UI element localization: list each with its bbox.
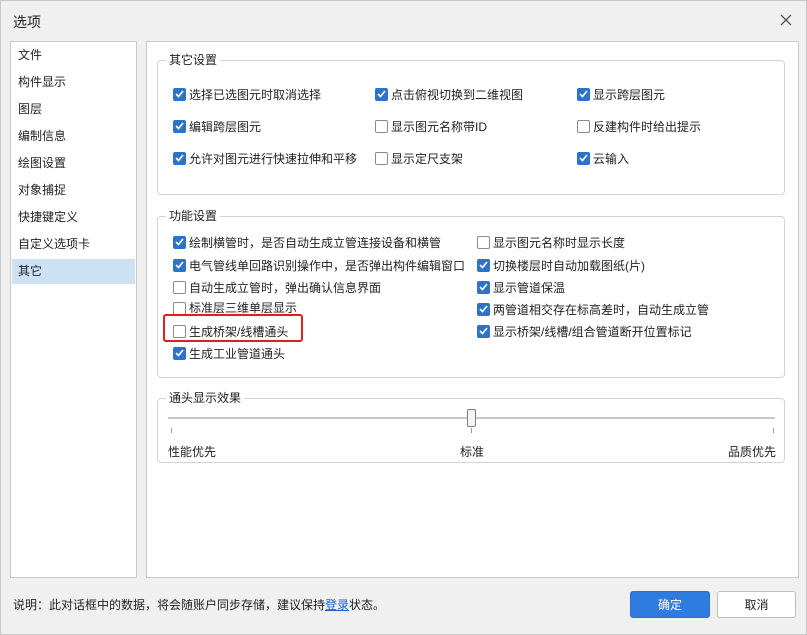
sidebar-item-drawing-settings[interactable]: 绘图设置 [12, 151, 135, 176]
checkbox-checked-icon[interactable] [173, 235, 186, 249]
sidebar-item-shortcuts[interactable]: 快捷键定义 [12, 205, 135, 230]
sidebar-item-file[interactable]: 文件 [12, 43, 135, 68]
checkbox-checked-icon[interactable] [173, 346, 186, 360]
option-auto-riser-elevation-diff[interactable]: 两管道相交存在标高差时，自动生成立管 [477, 300, 709, 318]
option-show-break-marks[interactable]: 显示桥架/线槽/组合管道断开位置标记 [477, 322, 692, 340]
option-popup-component-editor[interactable]: 电气管线单回路识别操作中，是否弹出构件编辑窗口 [173, 256, 465, 274]
sidebar-item-layers[interactable]: 图层 [12, 97, 135, 122]
cancel-button[interactable]: 取消 [717, 591, 796, 618]
checkbox-checked-icon[interactable] [173, 87, 186, 101]
option-show-name-with-id[interactable]: 显示图元名称带ID [375, 117, 487, 135]
sidebar-item-label: 绘图设置 [18, 156, 67, 170]
option-top-view-2d[interactable]: 点击俯视切换到二维视图 [375, 85, 523, 103]
option-label: 选择已选图元时取消选择 [189, 87, 322, 102]
option-label: 生成工业管道通头 [189, 346, 286, 361]
fitting-quality-slider-handle[interactable] [467, 409, 476, 427]
sidebar-item-label: 构件显示 [18, 75, 67, 89]
checkbox-checked-icon[interactable] [577, 87, 590, 101]
checkbox-unchecked-icon[interactable] [375, 119, 388, 133]
option-cancel-select-selected[interactable]: 选择已选图元时取消选择 [173, 85, 321, 103]
slider-label-performance: 性能优先 [168, 445, 217, 459]
sidebar-item-label: 对象捕捉 [18, 183, 67, 197]
sidebar-item-other[interactable]: 其它 [12, 259, 135, 284]
checkbox-unchecked-icon[interactable] [375, 151, 388, 165]
checkbox-unchecked-icon[interactable] [173, 280, 186, 294]
checkbox-checked-icon[interactable] [173, 258, 186, 272]
option-auto-riser-horizontal[interactable]: 绘制横管时，是否自动生成立管连接设备和横管 [173, 233, 441, 251]
ok-button[interactable]: 确定 [630, 591, 710, 618]
checkbox-unchecked-icon[interactable] [173, 302, 186, 315]
other-settings-legend: 其它设置 [169, 53, 218, 67]
option-label: 生成桥架/线槽通头 [189, 324, 289, 339]
checkbox-checked-icon[interactable] [173, 119, 186, 133]
option-label: 自动生成立管时，弹出确认信息界面 [189, 280, 382, 295]
sidebar: 文件 构件显示 图层 编制信息 绘图设置 对象捕捉 快捷键定义 自定义选项卡 其… [10, 41, 137, 578]
sidebar-item-label: 文件 [18, 48, 43, 62]
option-reverse-build-hint[interactable]: 反建构件时给出提示 [577, 117, 701, 135]
checkbox-checked-icon[interactable] [477, 302, 490, 316]
close-icon[interactable] [778, 12, 794, 28]
function-settings-legend: 功能设置 [169, 209, 218, 223]
slider-label-quality: 品质优先 [728, 445, 777, 459]
checkbox-unchecked-icon[interactable] [577, 119, 590, 133]
footer-note: 说明：此对话框中的数据，将会随账户同步存储，建议保持登录状态。 [13, 596, 385, 613]
sidebar-item-label: 编制信息 [18, 129, 67, 143]
option-label: 显示桥架/线槽/组合管道断开位置标记 [493, 324, 692, 339]
option-label: 显示跨层图元 [593, 87, 666, 102]
option-quick-stretch-move[interactable]: 允许对图元进行快速拉伸和平移 [173, 149, 357, 167]
slider-label-standard: 标准 [460, 445, 485, 459]
option-show-cross-floor[interactable]: 显示跨层图元 [577, 85, 665, 103]
option-label: 两管道相交存在标高差时，自动生成立管 [493, 302, 710, 317]
option-show-fixed-bracket[interactable]: 显示定尺支架 [375, 149, 463, 167]
checkbox-checked-icon[interactable] [477, 324, 490, 338]
sidebar-item-compile-info[interactable]: 编制信息 [12, 124, 135, 149]
checkbox-unchecked-icon[interactable] [477, 235, 490, 249]
options-dialog: 选项 文件 构件显示 图层 编制信息 绘图设置 对象捕捉 快捷键定义 自定义选项… [0, 0, 807, 635]
option-label: 反建构件时给出提示 [593, 119, 702, 134]
option-label: 切换楼层时自动加载图纸(片) [493, 258, 645, 273]
option-standard-floor-3d-label[interactable]: 标准层三维单层显示 [189, 302, 297, 315]
option-generate-industrial-fitting[interactable]: 生成工业管道通头 [173, 344, 285, 362]
option-label: 云输入 [593, 151, 630, 166]
checkbox-checked-icon[interactable] [477, 258, 490, 272]
fitting-display-legend: 通头显示效果 [169, 391, 242, 405]
footer-note-prefix: 说明：此对话框中的数据，将会随账户同步存储，建议保持 [13, 598, 326, 612]
login-link[interactable]: 登录 [325, 598, 349, 612]
dialog-title: 选项 [13, 14, 41, 30]
sidebar-item-object-snap[interactable]: 对象捕捉 [12, 178, 135, 203]
option-label: 绘制横管时，是否自动生成立管连接设备和横管 [189, 235, 442, 250]
option-show-length-with-name[interactable]: 显示图元名称时显示长度 [477, 233, 625, 251]
checkbox-checked-icon[interactable] [375, 87, 388, 101]
sidebar-item-label: 图层 [18, 102, 43, 116]
checkbox-checked-icon[interactable] [173, 151, 186, 165]
option-label: 允许对图元进行快速拉伸和平移 [189, 151, 358, 166]
footer-note-suffix: 状态。 [349, 598, 386, 612]
sidebar-item-label: 快捷键定义 [18, 210, 79, 224]
option-generate-tray-fitting[interactable]: 生成桥架/线槽通头 [173, 322, 288, 340]
sidebar-item-label: 其它 [18, 264, 43, 278]
sidebar-item-label: 自定义选项卡 [18, 237, 91, 251]
option-confirm-auto-riser[interactable]: 自动生成立管时，弹出确认信息界面 [173, 278, 381, 296]
checkbox-unchecked-icon[interactable] [173, 324, 186, 338]
slider-tick [171, 428, 172, 433]
option-label: 显示定尺支架 [391, 151, 464, 166]
title-bar: 选项 [1, 1, 806, 39]
checkbox-checked-icon[interactable] [477, 280, 490, 294]
option-label: 显示图元名称带ID [391, 119, 488, 134]
option-label: 电气管线单回路识别操作中，是否弹出构件编辑窗口 [189, 258, 466, 273]
slider-tick [471, 428, 472, 433]
option-auto-load-drawings[interactable]: 切换楼层时自动加载图纸(片) [477, 256, 645, 274]
slider-tick [773, 428, 774, 433]
option-cloud-input[interactable]: 云输入 [577, 149, 629, 167]
sidebar-item-component-display[interactable]: 构件显示 [12, 70, 135, 95]
checkbox-checked-icon[interactable] [577, 151, 590, 165]
option-show-pipe-insulation[interactable]: 显示管道保温 [477, 278, 565, 296]
option-label: 显示图元名称时显示长度 [493, 235, 626, 250]
option-label: 点击俯视切换到二维视图 [391, 87, 524, 102]
option-edit-cross-floor[interactable]: 编辑跨层图元 [173, 117, 261, 135]
sidebar-item-custom-tabs[interactable]: 自定义选项卡 [12, 232, 135, 257]
option-label: 显示管道保温 [493, 280, 566, 295]
option-label: 编辑跨层图元 [189, 119, 262, 134]
